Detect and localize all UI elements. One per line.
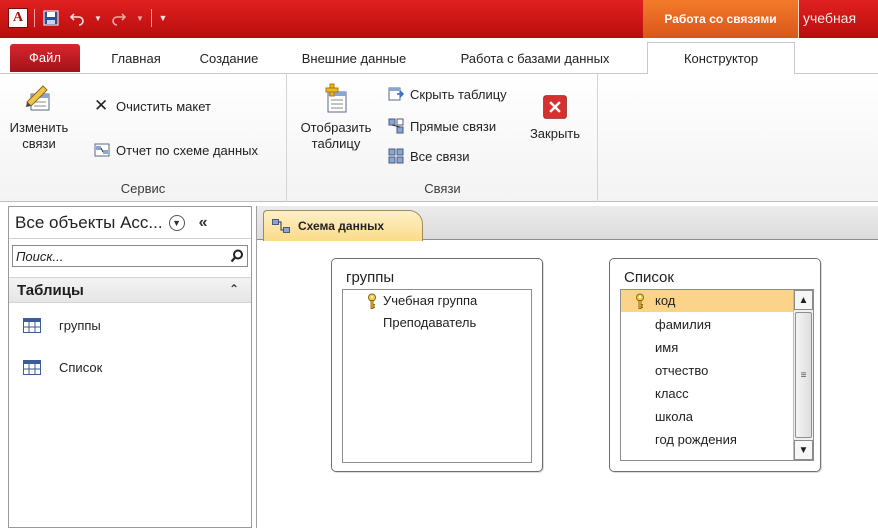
tab-home[interactable]: Главная	[98, 46, 174, 72]
chevron-down-icon[interactable]: ▼	[168, 214, 185, 231]
field-row[interactable]: фамилия	[655, 314, 711, 336]
clear-layout-button[interactable]: ✕ Очистить макет	[94, 96, 211, 115]
close-label: Закрыть	[529, 126, 581, 141]
field-row-selected[interactable]: код	[621, 290, 793, 312]
edit-relations-button[interactable]: Изменить связи	[4, 82, 74, 152]
hide-table-label: Скрыть таблицу	[410, 86, 507, 102]
table-title: Список	[624, 269, 674, 286]
collapse-pane-icon[interactable]: «	[199, 214, 208, 232]
report-icon	[94, 143, 110, 157]
table-title: группы	[346, 269, 395, 286]
nav-item-spisok[interactable]: Список	[23, 355, 102, 379]
collapse-section-icon[interactable]: ⌃	[229, 282, 239, 296]
undo-dropdown-icon[interactable]: ▼	[93, 8, 103, 28]
show-table-icon	[325, 83, 347, 113]
tables-section-header[interactable]: Таблицы ⌃	[9, 277, 251, 303]
field-label: код	[655, 293, 676, 308]
tab-external-data[interactable]: Внешние данные	[290, 46, 418, 72]
edit-relations-icon	[26, 85, 50, 111]
scroll-down-arrow-icon[interactable]: ▼	[794, 440, 813, 460]
tab-create[interactable]: Создание	[188, 46, 270, 72]
group-service-label: Сервис	[120, 181, 166, 196]
redo-dropdown-icon[interactable]: ▼	[135, 8, 145, 28]
table-icon	[23, 359, 41, 375]
relations-report-label: Отчет по схеме данных	[116, 142, 258, 158]
window-title: учебная	[803, 10, 857, 26]
search-icon[interactable]	[227, 246, 247, 266]
direct-relations-label: Прямые связи	[410, 118, 497, 134]
vertical-scrollbar[interactable]: ▲ ≡ ▼	[793, 290, 813, 460]
close-button[interactable]: Закрыть	[520, 94, 590, 142]
tab-relationships[interactable]: Схема данных	[263, 210, 423, 241]
document-area: Схема данных группы Учебная группа Препо…	[256, 206, 878, 528]
undo-icon[interactable]	[67, 8, 87, 28]
all-relations-icon	[388, 148, 404, 164]
redo-icon[interactable]	[109, 8, 129, 28]
field-list: код фамилия имя отчество класс школа год…	[620, 289, 814, 461]
close-icon	[543, 95, 567, 119]
direct-relations-button[interactable]: Прямые связи	[388, 118, 496, 134]
tables-section-label: Таблицы	[17, 281, 84, 299]
direct-relations-icon	[388, 118, 404, 134]
field-row[interactable]: Преподаватель	[383, 312, 476, 334]
group-service: Изменить связи ✕ Очистить макет Отчет по…	[0, 74, 287, 202]
navigation-pane: Все объекты Acc... ▼ « Таблицы ⌃ группы …	[8, 206, 252, 528]
tab-design[interactable]: Конструктор	[647, 42, 795, 75]
edit-relations-label: Изменить связи	[9, 120, 69, 151]
clear-layout-icon: ✕	[94, 96, 109, 115]
table-icon	[23, 317, 41, 333]
field-row[interactable]: год рождения	[655, 429, 737, 451]
relations-report-button[interactable]: Отчет по схеме данных	[94, 142, 258, 158]
nav-item-label: Список	[59, 359, 103, 375]
show-table-label: Отобразить таблицу	[300, 120, 372, 151]
tab-file[interactable]: Файл	[10, 44, 80, 72]
field-row[interactable]: имя	[655, 337, 678, 359]
nav-header-title: Все объекты Acc...	[15, 212, 163, 232]
tab-relationships-label: Схема данных	[298, 219, 384, 233]
document-tabstrip: Схема данных	[257, 206, 878, 241]
all-relations-button[interactable]: Все связи	[388, 148, 470, 164]
key-icon	[636, 293, 644, 309]
save-icon[interactable]	[41, 8, 61, 28]
group-relations-label: Связи	[424, 181, 461, 196]
nav-header[interactable]: Все объекты Acc... ▼ «	[9, 207, 251, 239]
ribbon-tabs: Файл Главная Создание Внешние данные Раб…	[0, 38, 878, 75]
scroll-up-arrow-icon[interactable]: ▲	[794, 290, 813, 310]
scroll-thumb[interactable]: ≡	[795, 312, 812, 438]
hide-table-icon	[388, 87, 404, 101]
customize-qat-icon[interactable]: ▼	[158, 8, 168, 28]
title-bar: A ▼ ▼ ▼ Работа со связями учебная	[0, 0, 878, 38]
key-icon	[368, 293, 376, 309]
ribbon: Изменить связи ✕ Очистить макет Отчет по…	[0, 74, 878, 202]
tab-database-tools[interactable]: Работа с базами данных	[440, 46, 630, 72]
relationship-diagram-icon	[272, 219, 290, 233]
qat-separator	[34, 9, 35, 27]
table-box-gruppy[interactable]: группы Учебная группа Преподаватель	[331, 258, 543, 472]
all-relations-label: Все связи	[410, 148, 470, 164]
search-box	[12, 245, 248, 267]
context-tab-title: Работа со связями	[643, 0, 799, 38]
show-table-button[interactable]: Отобразить таблицу	[294, 82, 378, 152]
field-row[interactable]: школа	[655, 406, 693, 428]
field-row[interactable]: отчество	[655, 360, 708, 382]
clear-layout-label: Очистить макет	[116, 98, 211, 114]
field-list: Учебная группа Преподаватель	[342, 289, 532, 463]
nav-item-label: группы	[59, 317, 101, 333]
field-row[interactable]: Учебная группа	[383, 290, 477, 312]
app-icon[interactable]: A	[8, 8, 28, 28]
qat-separator	[151, 9, 152, 27]
field-row[interactable]: класс	[655, 383, 689, 405]
hide-table-button[interactable]: Скрыть таблицу	[388, 86, 507, 102]
group-relations: Отобразить таблицу Скрыть таблицу Прямые…	[288, 74, 598, 202]
nav-item-gruppy[interactable]: группы	[23, 313, 101, 337]
search-input[interactable]	[13, 248, 227, 264]
quick-access-toolbar: A ▼ ▼ ▼	[8, 5, 168, 31]
table-box-spisok[interactable]: Список код фамилия имя отчество класс шк…	[609, 258, 821, 472]
